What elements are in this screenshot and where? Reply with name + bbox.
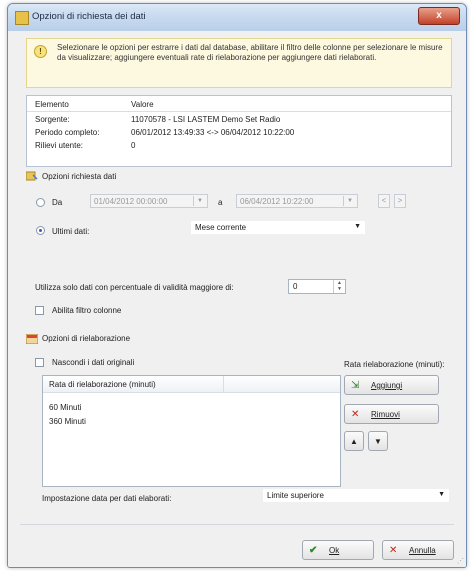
to-date-picker[interactable]: 06/04/2012 10:22:00 ▼ [236, 194, 358, 208]
cancel-label: Annulla [409, 546, 436, 555]
chevron-down-icon: ▼ [438, 491, 445, 498]
grid-row[interactable]: 360 Minuti [49, 417, 86, 426]
elaboration-title: Opzioni di rielaborazione [42, 334, 131, 343]
date-setting-value: Limite superiore [267, 491, 324, 500]
chevron-down-icon: ▼ [354, 223, 361, 230]
ultimi-value: Mese corrente [195, 223, 247, 232]
property-row: Periodo completo: 06/01/2012 13:49:33 <-… [27, 126, 451, 139]
window-title: Opzioni di richiesta dei dati [32, 11, 146, 22]
calendar-dropdown-icon: ▼ [193, 196, 206, 206]
resize-grip-icon[interactable]: ⋰ [457, 557, 464, 565]
move-down-button[interactable]: ▼ [368, 431, 388, 451]
checkmark-icon: ✔ [309, 545, 318, 556]
calendar-dropdown-icon: ▼ [343, 196, 356, 206]
from-date-picker[interactable]: 01/04/2012 00:00:00 ▼ [90, 194, 208, 208]
to-date-value: 06/04/2012 10:22:00 [240, 197, 314, 206]
da-radio[interactable] [36, 198, 45, 207]
grid-empty-header [224, 376, 340, 393]
hide-original-checkbox[interactable] [35, 358, 44, 367]
cancel-icon: ✕ [389, 545, 398, 556]
arrow-up-icon: ▲ [350, 437, 358, 446]
remove-button[interactable]: ✕ Rimuovi [344, 404, 439, 424]
request-options-title: Opzioni richiesta dati [42, 172, 117, 181]
hide-original-label: Nascondi i dati originali [52, 358, 135, 367]
ok-label: Ok [329, 546, 340, 555]
validity-label: Utilizza solo dati con percentuale di va… [35, 283, 234, 292]
ultimi-radio[interactable] [36, 226, 45, 235]
cancel-button[interactable]: ✕ Annulla [382, 540, 454, 560]
info-panel: ! Selezionare le opzioni per estrarre i … [26, 38, 452, 88]
grid-column-header[interactable]: Rata di rielaborazione (minuti) [43, 376, 224, 393]
date-setting-dropdown[interactable]: Limite superiore ▼ [262, 488, 450, 503]
rate-grid[interactable]: Rata di rielaborazione (minuti) 60 Minut… [42, 375, 341, 487]
header-key: Elemento [35, 100, 69, 109]
property-row: Sorgente: 11070578 - LSI LASTEM Demo Set… [27, 113, 451, 126]
property-value: 0 [131, 141, 136, 150]
remove-icon: ✕ [351, 409, 360, 420]
ultimi-label: Ultimi dati: [52, 227, 90, 236]
to-label: a [218, 198, 223, 207]
filter-columns-label: Abilita filtro colonne [52, 306, 122, 315]
filter-columns-checkbox[interactable] [35, 306, 44, 315]
next-period-button[interactable]: > [394, 194, 406, 208]
ok-button[interactable]: ✔ Ok [302, 540, 374, 560]
property-key: Periodo completo: [35, 128, 100, 137]
elaboration-icon [25, 333, 39, 345]
ultimi-dropdown[interactable]: Mese corrente ▼ [190, 220, 366, 235]
grid-header-label: Rata di rielaborazione (minuti) [49, 380, 156, 389]
da-label: Da [52, 198, 63, 207]
close-button[interactable]: x [418, 7, 460, 25]
footer-bar: ✔ Ok ✕ Annulla ⋰ [8, 534, 466, 567]
properties-header: Elemento Valore [27, 98, 451, 112]
date-setting-label: Impostazione data per dati elaborati: [42, 494, 172, 503]
property-row: Rilievi utente: 0 [27, 139, 451, 152]
app-icon [15, 11, 29, 25]
properties-table: Elemento Valore Sorgente: 11070578 - LSI… [26, 95, 452, 167]
options-icon [25, 171, 38, 181]
lightbulb-icon: ! [34, 45, 47, 58]
property-value: 11070578 - LSI LASTEM Demo Set Radio [131, 115, 281, 124]
move-up-button[interactable]: ▲ [344, 431, 364, 451]
rate-group-label: Rata rielaborazione (minuti): [344, 360, 445, 369]
prev-period-button[interactable]: < [378, 194, 390, 208]
from-date-value: 01/04/2012 00:00:00 [94, 197, 168, 206]
add-button[interactable]: ⇲ Aggiungi [344, 375, 439, 395]
spinner-arrows-icon[interactable]: ▲ ▼ [333, 280, 345, 293]
arrow-down-icon: ▼ [374, 437, 382, 446]
add-label: Aggiungi [371, 381, 403, 390]
property-key: Sorgente: [35, 115, 70, 124]
info-text: Selezionare le opzioni per estrarre i da… [57, 43, 443, 62]
title-bar[interactable]: Opzioni di richiesta dei dati x [8, 4, 466, 31]
dialog-window: Opzioni di richiesta dei dati x ! Selezi… [7, 3, 467, 568]
add-icon: ⇲ [351, 380, 360, 391]
divider [20, 524, 454, 525]
header-value: Valore [131, 100, 154, 109]
validity-spinner[interactable]: 0 ▲ ▼ [288, 279, 346, 294]
property-key: Rilievi utente: [35, 141, 84, 150]
remove-label: Rimuovi [371, 410, 400, 419]
validity-value: 0 [293, 282, 298, 291]
grid-row[interactable]: 60 Minuti [49, 403, 81, 412]
property-value: 06/01/2012 13:49:33 <-> 06/04/2012 10:22… [131, 128, 295, 137]
